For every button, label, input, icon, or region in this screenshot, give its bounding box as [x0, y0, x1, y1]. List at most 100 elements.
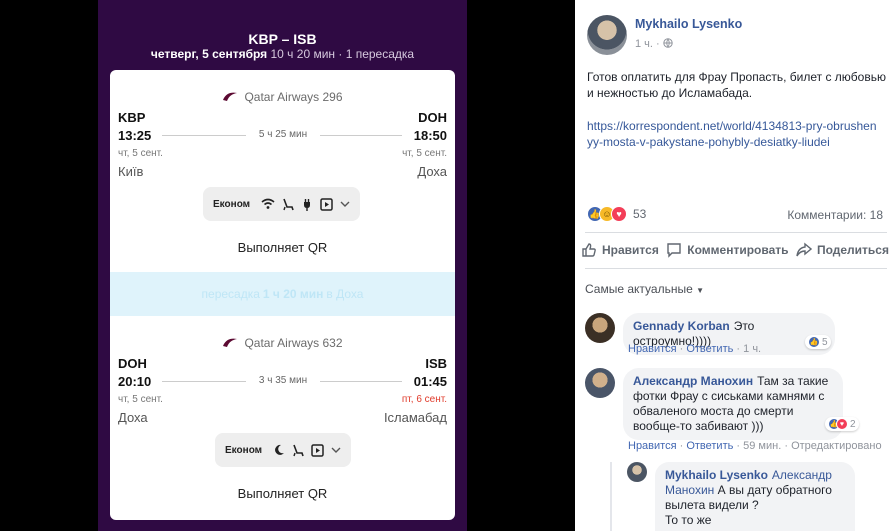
cabin-class: Економ — [213, 198, 251, 210]
to-code: DOH — [418, 110, 447, 125]
reply-thread-line — [610, 462, 612, 531]
sort-label: Самые актуальные — [585, 282, 693, 296]
comment-meta: Нравится · Ответить · 59 мин. · Отредакт… — [628, 440, 882, 452]
post-time-text: 1 ч. — [635, 38, 653, 50]
love-reaction-icon: ♥ — [836, 418, 848, 430]
post-text: Готов оплатить для Фрау Пропасть, билет … — [587, 70, 886, 100]
author-name[interactable]: Mykhailo Lysenko — [635, 17, 742, 31]
seat-icon — [283, 198, 294, 210]
share-label: Поделиться — [816, 243, 889, 257]
layover-prefix: пересадка — [201, 287, 260, 301]
facebook-post: Mykhailo Lysenko 1 ч. · Готов оплатить д… — [575, 0, 895, 531]
to-code: ISB — [425, 356, 447, 371]
comment-button[interactable]: Комментировать — [666, 242, 789, 258]
comment: Александр Манохин Там за такие фотки Фрау… — [585, 368, 843, 440]
chevron-down-icon — [331, 447, 341, 453]
comment-reply-link[interactable]: Ответить — [686, 343, 733, 355]
comment-label: Комментировать — [687, 243, 789, 257]
airline-name: Qatar Airways 296 — [244, 90, 343, 104]
departure-time: 13:25 — [118, 128, 152, 143]
route-title: KBP – ISB — [248, 31, 317, 47]
comment-like-link[interactable]: Нравится — [628, 343, 677, 355]
moon-icon — [275, 444, 285, 455]
commenter-avatar[interactable] — [585, 368, 615, 398]
commenter-name[interactable]: Александр Манохин — [633, 374, 753, 388]
comment-reactions[interactable]: 👍 ♥ 2 — [825, 417, 859, 431]
layover-suffix: в Доха — [326, 287, 364, 301]
departure-time: 20:10 — [118, 374, 152, 389]
operator-label: Выполняет QR — [237, 240, 328, 255]
comment-edited[interactable]: Отредактировано — [791, 440, 882, 452]
comments-count[interactable]: Комментарии: 18 — [787, 208, 883, 222]
reactions-count: 53 — [633, 207, 647, 221]
comment-sort-dropdown[interactable]: Самые актуальные ▼ — [585, 282, 704, 296]
route-subtitle: четверг, 5 сентября 10 ч 20 мин · 1 пере… — [98, 47, 467, 61]
divider — [585, 268, 887, 269]
from-city: Київ — [118, 164, 144, 179]
to-city: Доха — [417, 164, 447, 179]
flight-duration: 5 ч 25 мин — [258, 129, 308, 140]
arrival-time: 18:50 — [413, 128, 447, 143]
departure-date: чт, 5 сент. — [118, 394, 163, 405]
qatar-logo-icon — [223, 338, 238, 347]
entertainment-icon — [320, 197, 333, 211]
comment-bubble: Александр Манохин Там за такие фотки Фрау… — [623, 368, 843, 440]
share-button[interactable]: Поделиться — [796, 242, 889, 258]
from-code: DOH — [118, 356, 147, 371]
comment-reactions[interactable]: 👍 5 — [805, 335, 831, 349]
comment-icon — [667, 243, 681, 258]
from-city: Доха — [118, 410, 148, 425]
cabin-class: Економ — [225, 444, 263, 456]
airline-name: Qatar Airways 632 — [244, 336, 343, 350]
like-label: Нравится — [602, 243, 659, 257]
commenter-avatar[interactable] — [585, 313, 615, 343]
flight-duration: 3 ч 35 мин — [258, 375, 308, 386]
to-city: Ісламабад — [383, 410, 447, 425]
layover-duration: 1 ч 20 мин — [262, 287, 324, 301]
operator-label: Выполняет QR — [237, 486, 328, 501]
post-time[interactable]: 1 ч. · — [635, 38, 673, 50]
comment-time[interactable]: 1 ч. — [743, 343, 761, 355]
commenter-name[interactable]: Gennady Korban — [633, 319, 730, 333]
comment-meta: Нравится · Ответить · 1 ч. — [628, 343, 762, 355]
comment-reaction-count: 5 — [822, 336, 828, 348]
segment-card-2[interactable]: Qatar Airways 632 DOH ISB 20:10 01:45 3 … — [110, 316, 455, 520]
flight-meta: 10 ч 20 мин · 1 пересадка — [270, 47, 415, 61]
thumbs-up-icon — [582, 243, 596, 257]
airline-row: Qatar Airways 296 — [110, 90, 455, 104]
comment-reply-link[interactable]: Ответить — [686, 440, 733, 452]
flight-date: четверг, 5 сентября — [150, 47, 268, 61]
like-button[interactable]: Нравится — [581, 242, 659, 258]
comment-text-more: То то же — [665, 513, 712, 527]
entertainment-icon — [311, 443, 324, 457]
globe-icon — [663, 38, 673, 48]
amenities-pill[interactable]: Економ — [203, 187, 361, 221]
layover-banner: пересадка 1 ч 20 мин в Доха — [110, 272, 455, 316]
author-avatar[interactable] — [587, 15, 627, 55]
qatar-logo-icon — [223, 92, 238, 101]
comment-like-link[interactable]: Нравится — [628, 440, 677, 452]
segment-card-1[interactable]: Qatar Airways 296 KBP DOH 13:25 18:50 5 … — [110, 70, 455, 272]
amenities-pill[interactable]: Економ — [215, 433, 352, 467]
departure-date: чт, 5 сент. — [118, 148, 163, 159]
comment-time[interactable]: 59 мин. — [743, 440, 781, 452]
comment-reaction-count: 2 — [850, 418, 856, 430]
post-actions: Нравится Комментировать Поделиться — [581, 242, 889, 258]
screenshot: KBP – ISB четверг, 5 сентября 10 ч 20 ми… — [0, 0, 895, 531]
commenter-avatar[interactable] — [627, 462, 647, 482]
love-reaction-icon: ♥ — [611, 206, 627, 222]
seat-icon — [293, 444, 304, 456]
arrival-date: чт, 5 сент. — [402, 148, 447, 159]
chevron-down-icon — [340, 201, 350, 207]
caret-down-icon: ▼ — [696, 286, 705, 295]
like-reaction-icon: 👍 — [808, 336, 820, 348]
share-icon — [796, 242, 812, 257]
wifi-icon — [261, 198, 275, 209]
post-link[interactable]: https://korrespondent.net/world/4134813-… — [587, 118, 877, 150]
commenter-name[interactable]: Mykhailo Lysenko — [665, 468, 768, 482]
comment-reply: Mykhailo Lysenko Александр Манохин А вы д… — [627, 462, 855, 531]
comment-bubble: Mykhailo Lysenko Александр Манохин А вы д… — [655, 462, 855, 531]
reactions-summary[interactable]: 👍 ☺ ♥ 53 — [587, 206, 646, 222]
power-plug-icon — [304, 198, 311, 211]
from-code: KBP — [118, 110, 146, 125]
